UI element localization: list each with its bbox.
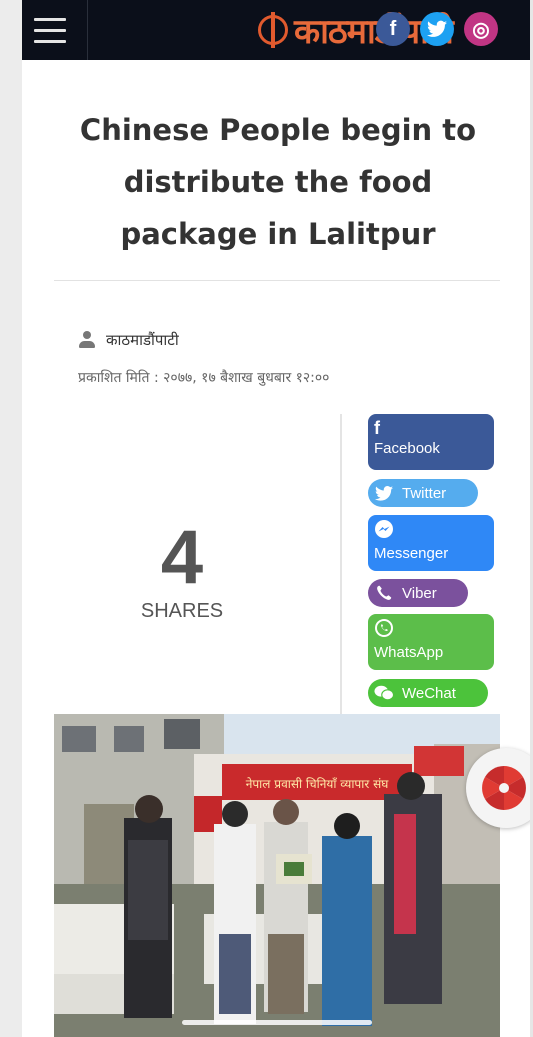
page: काठमाडौंपाटी f ◎ Chinese People begin to… [22, 0, 530, 1037]
whatsapp-icon [374, 618, 488, 642]
header-instagram-icon[interactable]: ◎ [464, 12, 498, 46]
share-counter: 4 SHARES [82, 520, 282, 623]
wechat-icon [374, 683, 394, 703]
header-twitter-icon[interactable] [420, 12, 454, 46]
menu-button[interactable] [22, 0, 88, 60]
published-date: प्रकाशित मिति : २०७७, १७ बैशाख बुधबार १२… [78, 370, 330, 386]
share-whatsapp-label: WhatsApp [374, 644, 444, 661]
pinwheel-icon [482, 766, 526, 810]
header-facebook-icon[interactable]: f [376, 12, 410, 46]
share-viber-label: Viber [402, 584, 437, 602]
share-count-label: SHARES [140, 600, 224, 622]
hamburger-icon-line [34, 18, 66, 21]
phone-icon [374, 583, 394, 603]
site-header: काठमाडौंपाटी f ◎ [22, 0, 530, 60]
share-twitter-label: Twitter [402, 484, 447, 502]
share-viber-button[interactable]: Viber [368, 579, 468, 607]
title-divider [54, 280, 500, 281]
person-icon [78, 331, 96, 349]
share-divider [340, 414, 342, 714]
share-wechat-label: WeChat [402, 684, 456, 702]
floating-pinwheel-button[interactable] [466, 748, 533, 828]
photo-banner-text: नेपाल प्रवासी चिनियाँ व्यापार संघ [246, 777, 389, 791]
hamburger-icon-line [34, 29, 66, 32]
share-whatsapp-button[interactable]: WhatsApp [368, 614, 494, 670]
facebook-icon: f [374, 418, 380, 438]
messenger-icon [374, 519, 488, 543]
share-twitter-button[interactable]: Twitter [368, 479, 478, 507]
share-count: 4 [160, 515, 204, 600]
article-photo-image: नेपाल प्रवासी चिनियाँ व्यापार संघ [54, 714, 500, 1037]
twitter-icon [374, 483, 394, 503]
logo-mark-icon [258, 12, 288, 48]
share-messenger-button[interactable]: Messenger [368, 515, 494, 571]
twitter-bird-icon [427, 20, 447, 37]
article-author: काठमाडौंपाटी [78, 330, 179, 350]
article-title: Chinese People begin to distribute the f… [79, 113, 477, 251]
share-facebook-button[interactable]: f Facebook [368, 414, 494, 470]
left-gutter [0, 0, 22, 1037]
article-photo: नेपाल प्रवासी चिनियाँ व्यापार संघ [54, 714, 500, 1037]
home-indicator [182, 1020, 372, 1025]
share-facebook-label: Facebook [374, 440, 440, 457]
author-name[interactable]: काठमाडौंपाटी [106, 330, 179, 350]
hamburger-icon-line [34, 40, 66, 43]
share-wechat-button[interactable]: WeChat [368, 679, 488, 707]
share-messenger-label: Messenger [374, 545, 449, 562]
